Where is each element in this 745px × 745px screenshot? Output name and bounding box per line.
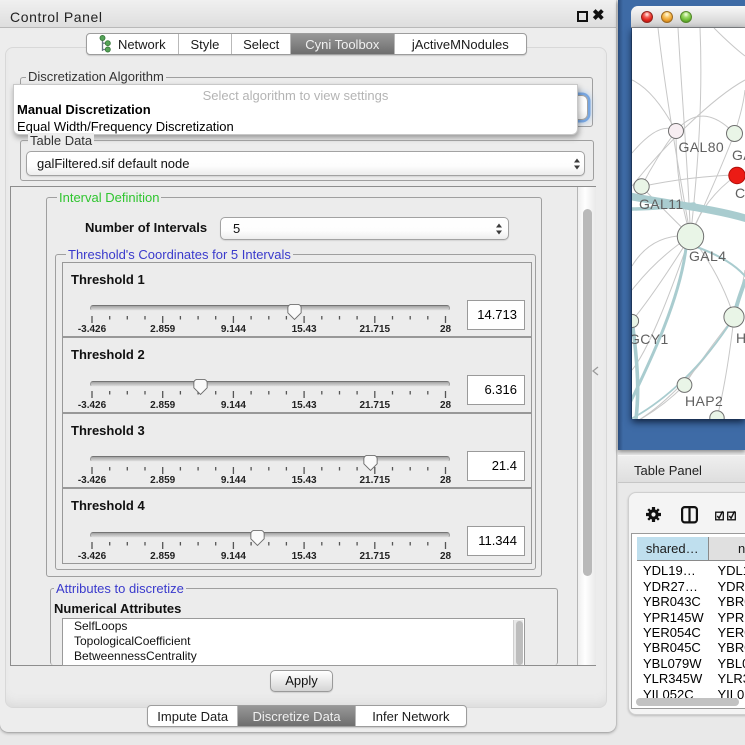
- svg-text:GAL80: GAL80: [679, 139, 725, 155]
- svg-text:C: C: [735, 185, 745, 201]
- svg-text:GAL4: GAL4: [689, 248, 726, 264]
- svg-text:GA: GA: [732, 147, 745, 163]
- svg-text:GCY1: GCY1: [632, 331, 669, 347]
- svg-text:H: H: [736, 330, 745, 346]
- svg-text:HAP2: HAP2: [685, 393, 723, 409]
- svg-text:GAL11: GAL11: [639, 196, 684, 212]
